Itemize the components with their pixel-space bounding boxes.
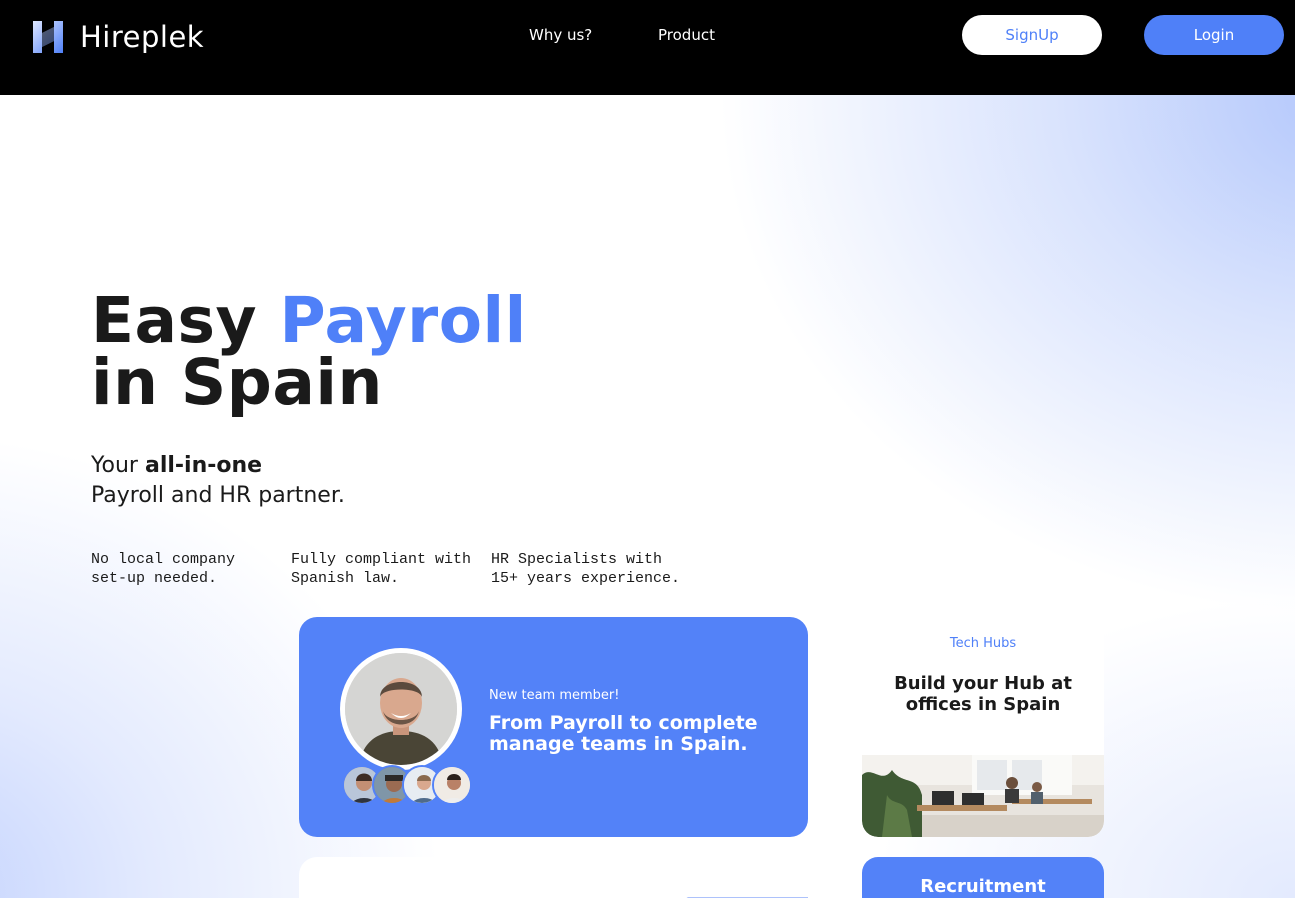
team-member-card[interactable]: New team member! From Payroll to complet… (299, 617, 808, 837)
hero-headline: Easy Payroll in Spain (91, 289, 527, 414)
brand-logo[interactable]: Hireplek (30, 19, 204, 55)
feature-no-company: No local company set-up needed. (91, 550, 281, 588)
recruitment-card[interactable]: Recruitment (862, 857, 1104, 898)
nav-link-product[interactable]: Product (658, 26, 715, 44)
feature-text: set-up needed. (91, 570, 218, 587)
avatar (432, 765, 472, 805)
card-title: Recruitment (920, 876, 1046, 897)
hero-subheading: Your all-in-one Payroll and HR partner. (91, 451, 345, 511)
feature-compliant: Fully compliant with Spanish law. (291, 550, 481, 588)
card-title: From Payroll to complete manage teams in… (489, 712, 758, 755)
avatar (340, 648, 462, 770)
card-eyebrow: Tech Hubs (949, 636, 1017, 651)
top-navbar: Hireplek Why us? Product SignUp Login (0, 0, 1295, 95)
card-title: Build your Hub at offices in Spain (894, 673, 1072, 715)
tech-hubs-card[interactable]: Tech Hubs Build your Hub at offices in S… (862, 617, 1104, 837)
login-button[interactable]: Login (1144, 15, 1284, 55)
feature-text: 15+ years experience. (491, 570, 681, 587)
office-photo-icon (862, 755, 1104, 837)
feature-text: HR Specialists with (491, 551, 663, 568)
subhead-bold: all-in-one (144, 453, 263, 478)
feature-text: No local company (91, 551, 236, 568)
brand-name: Hireplek (80, 20, 205, 54)
card-eyebrow: New team member! (489, 688, 620, 703)
feature-text: Spanish law. (291, 570, 400, 587)
subhead-prefix: Your (91, 453, 145, 478)
feature-card-partial (299, 857, 808, 898)
decorative-shape-icon (686, 897, 808, 898)
hireplek-logo-icon (33, 21, 63, 53)
person-photo-icon (345, 653, 457, 765)
team-avatars (342, 765, 472, 805)
headline-part-2: in Spain (91, 346, 383, 419)
office-photo (862, 755, 1104, 837)
subhead-line-2: Payroll and HR partner. (91, 483, 345, 508)
feature-specialists: HR Specialists with 15+ years experience… (491, 550, 681, 588)
signup-button[interactable]: SignUp (962, 15, 1102, 55)
nav-link-why-us[interactable]: Why us? (529, 26, 592, 44)
feature-text: Fully compliant with (291, 551, 472, 568)
